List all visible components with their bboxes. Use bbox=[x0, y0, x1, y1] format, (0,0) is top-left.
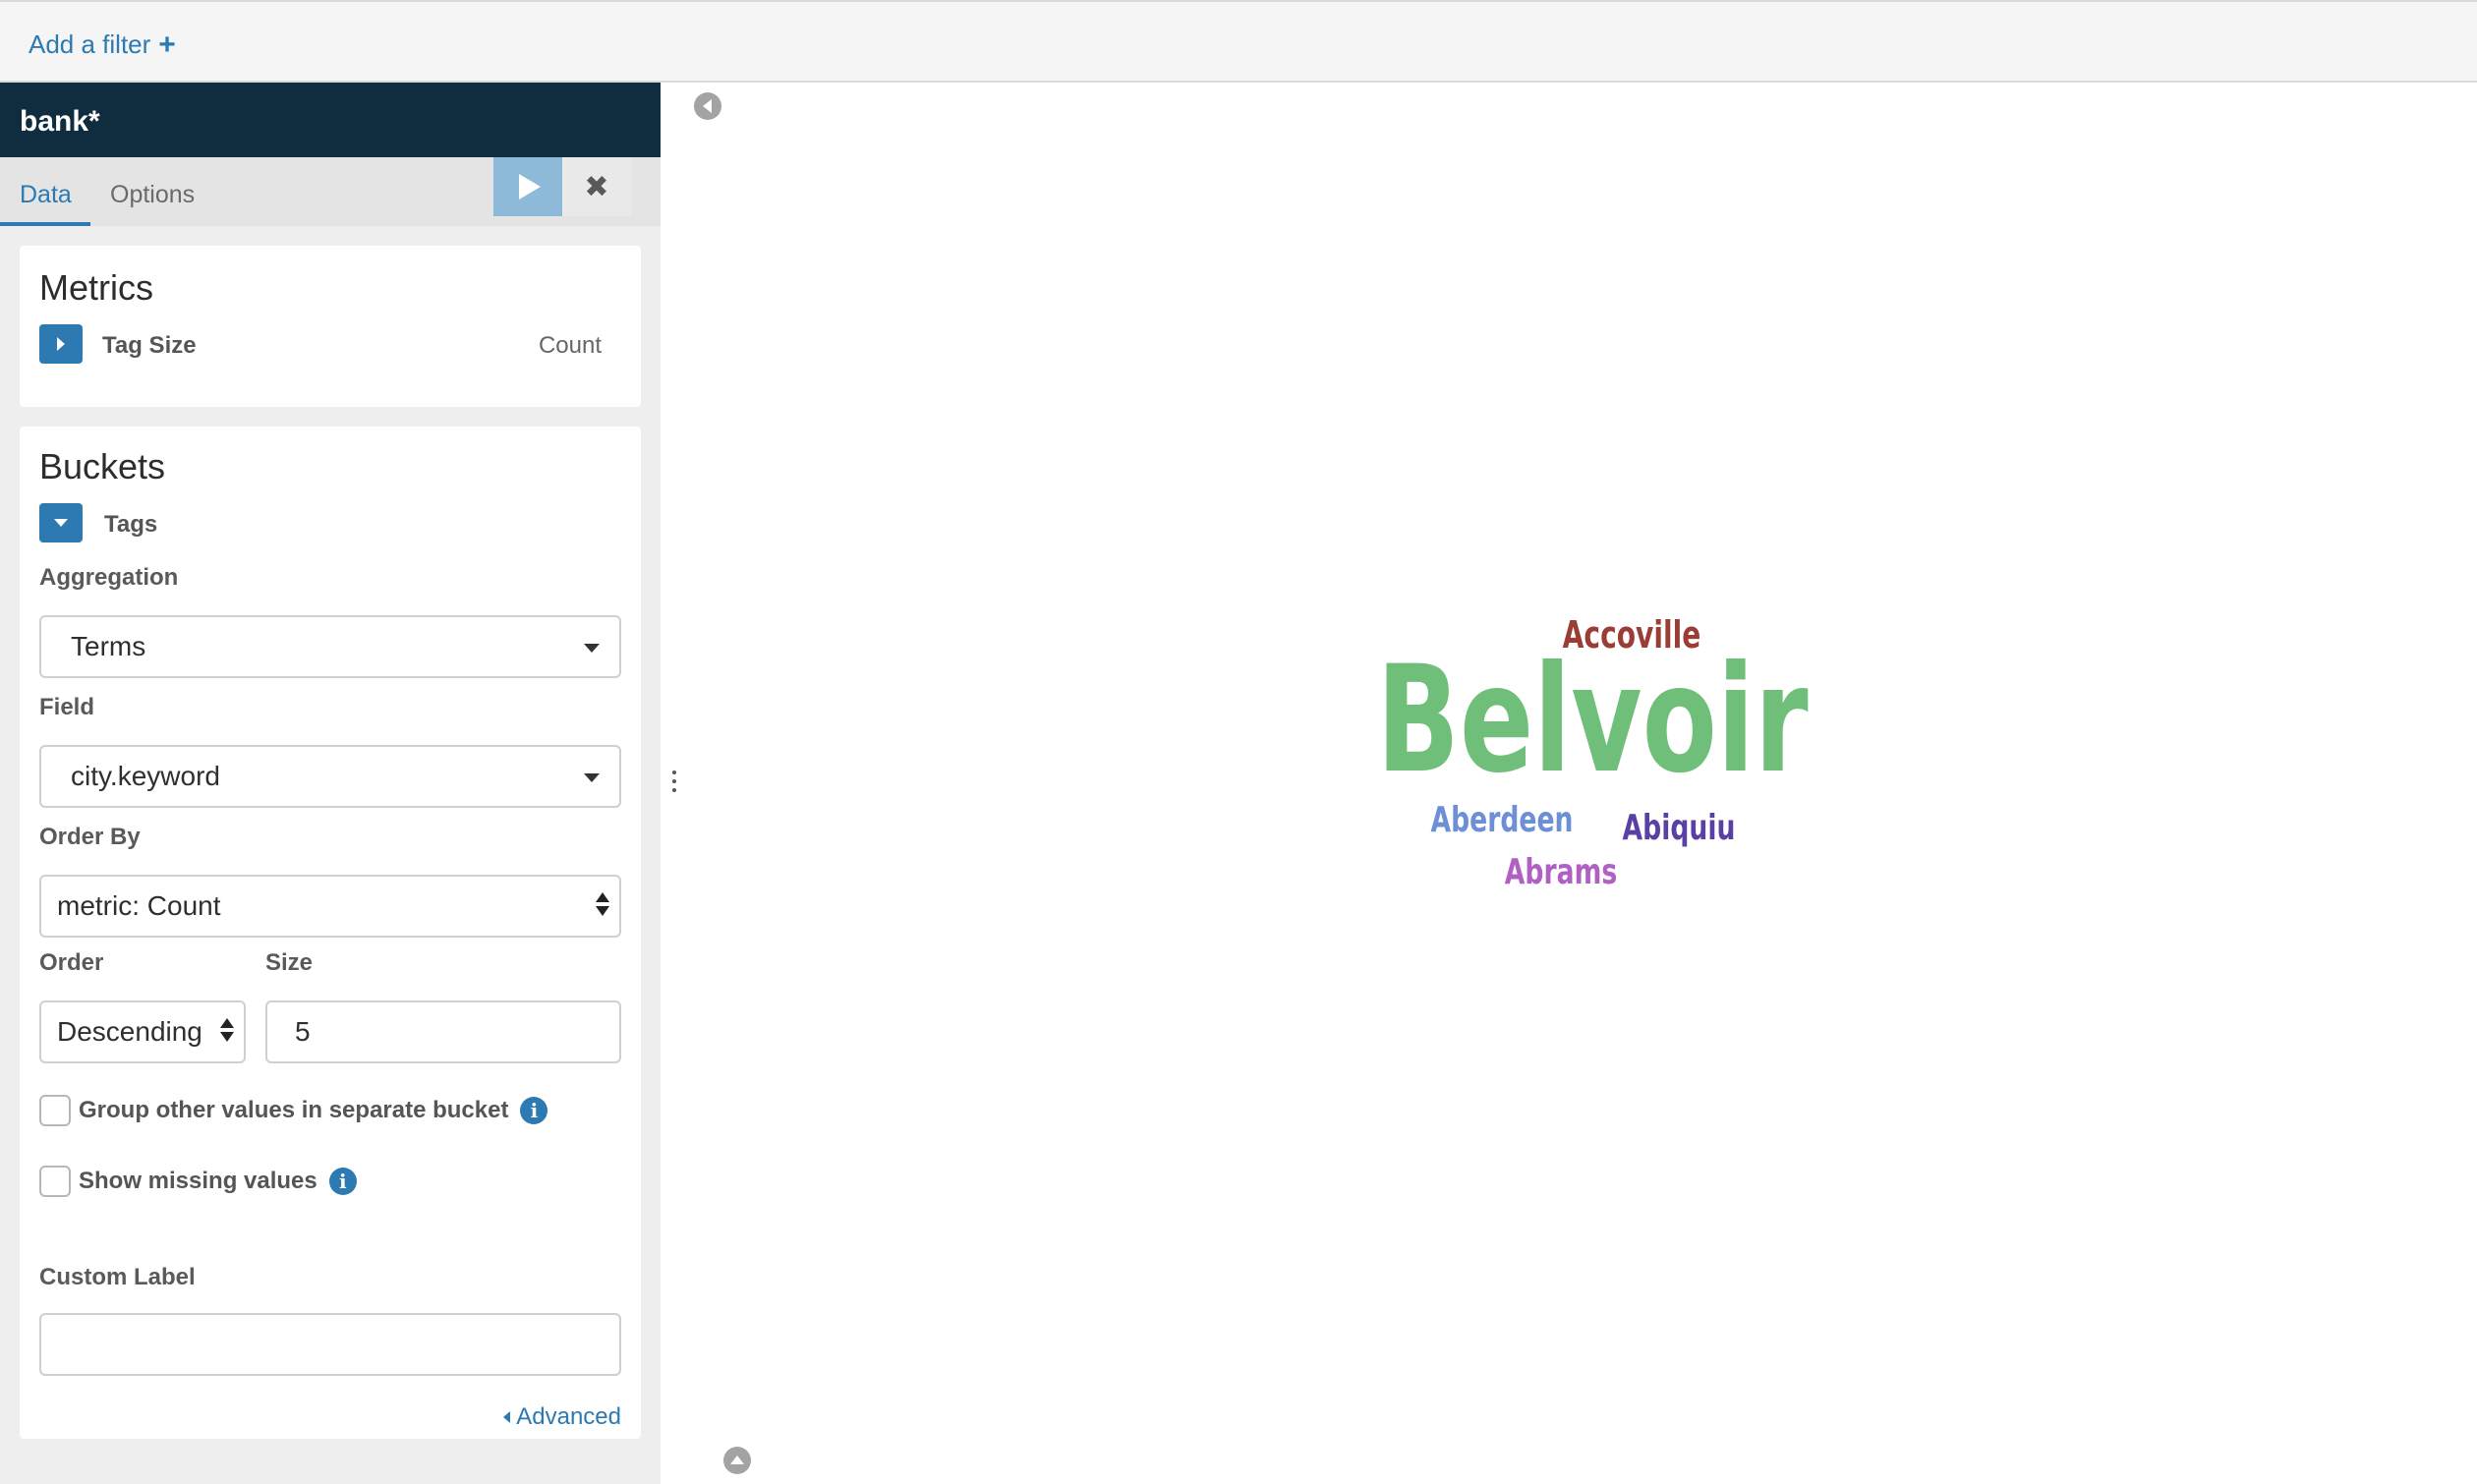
editor-sidebar: bank* Data Options ✖ Metrics Tag Size Co… bbox=[0, 83, 661, 1484]
tag-abiquiu[interactable]: Abiquiu bbox=[1623, 808, 1736, 848]
metric-agg-type: Count bbox=[538, 332, 602, 359]
field-value: city.keyword bbox=[71, 761, 220, 791]
order-label: Order bbox=[39, 949, 104, 976]
advanced-toggle-link[interactable]: Advanced bbox=[503, 1403, 621, 1431]
order-value: Descending bbox=[57, 1016, 202, 1047]
add-filter-link[interactable]: Add a filter + bbox=[29, 29, 176, 60]
size-label: Size bbox=[265, 949, 314, 976]
metric-toggle-button[interactable] bbox=[39, 324, 83, 364]
collapse-spy-panel-button[interactable] bbox=[723, 1447, 751, 1474]
index-pattern-title: bank* bbox=[0, 83, 661, 157]
metrics-panel: Metrics Tag Size Count bbox=[20, 246, 641, 407]
buckets-panel: Buckets Tags Aggregation Terms Field cit… bbox=[20, 427, 641, 1439]
group-other-row: Group other values in separate bucket i bbox=[39, 1095, 548, 1126]
show-missing-label: Show missing values bbox=[79, 1168, 317, 1194]
aggregation-value: Terms bbox=[71, 631, 146, 661]
chevron-up-icon bbox=[730, 1455, 744, 1464]
sidebar-tabs: Data Options ✖ bbox=[0, 157, 661, 226]
tab-data[interactable]: Data bbox=[0, 157, 90, 226]
info-icon[interactable]: i bbox=[520, 1097, 548, 1124]
caret-down-icon bbox=[54, 519, 68, 527]
buckets-title: Buckets bbox=[39, 446, 166, 486]
close-icon: ✖ bbox=[584, 170, 609, 203]
drag-handle-icon bbox=[672, 771, 676, 792]
order-by-select[interactable]: metric: Count bbox=[39, 875, 621, 938]
advanced-label: Advanced bbox=[516, 1403, 621, 1430]
play-icon bbox=[519, 174, 541, 200]
tag-abrams[interactable]: Abrams bbox=[1505, 852, 1617, 892]
discard-changes-button[interactable]: ✖ bbox=[562, 157, 631, 216]
aggregation-label: Aggregation bbox=[39, 564, 179, 591]
custom-label-input[interactable] bbox=[39, 1313, 621, 1376]
metric-agg-name: Tag Size bbox=[102, 332, 197, 359]
add-filter-label: Add a filter bbox=[29, 29, 151, 59]
caret-down-icon bbox=[584, 644, 600, 653]
tag-belvoir[interactable]: Belvoir bbox=[1376, 635, 1808, 806]
info-icon[interactable]: i bbox=[328, 1168, 357, 1195]
apply-changes-button[interactable] bbox=[493, 157, 562, 216]
caret-right-icon bbox=[57, 337, 65, 351]
custom-label-label: Custom Label bbox=[39, 1264, 196, 1290]
caret-down-icon bbox=[584, 773, 600, 782]
bucket-toggle-button[interactable] bbox=[39, 503, 83, 542]
caret-left-icon bbox=[503, 1411, 511, 1423]
size-value: 5 bbox=[295, 1016, 311, 1047]
bucket-agg-name: Tags bbox=[104, 511, 158, 538]
field-select[interactable]: city.keyword bbox=[39, 745, 621, 808]
tag-accoville[interactable]: Accoville bbox=[1563, 613, 1701, 656]
plus-icon: + bbox=[158, 28, 176, 61]
updown-icon bbox=[596, 892, 609, 916]
aggregation-select[interactable]: Terms bbox=[39, 615, 621, 678]
updown-icon bbox=[220, 1018, 234, 1042]
show-missing-checkbox[interactable] bbox=[39, 1166, 71, 1197]
tab-options[interactable]: Options bbox=[110, 157, 195, 226]
tag-cloud-svg: BelvoirAccoville Aberdeen AbiquiuAbrams bbox=[1376, 613, 1808, 892]
group-other-checkbox[interactable] bbox=[39, 1095, 71, 1126]
tag-aberdeen[interactable]: Aberdeen bbox=[1430, 800, 1573, 840]
order-by-label: Order By bbox=[39, 824, 141, 850]
sidebar-resizer[interactable] bbox=[661, 83, 688, 1484]
field-label: Field bbox=[39, 694, 95, 720]
filter-bar: Add a filter + bbox=[0, 0, 2477, 83]
order-select[interactable]: Descending bbox=[39, 1000, 246, 1063]
metrics-title: Metrics bbox=[39, 267, 153, 308]
order-by-value: metric: Count bbox=[57, 890, 221, 921]
size-input[interactable]: 5 bbox=[265, 1000, 621, 1063]
group-other-label: Group other values in separate bucket bbox=[79, 1097, 509, 1123]
show-missing-row: Show missing values i bbox=[39, 1166, 357, 1197]
visualization-area: Belvoir Accoville Aberdeen Abiquiu Abrams bbox=[688, 83, 2477, 1484]
